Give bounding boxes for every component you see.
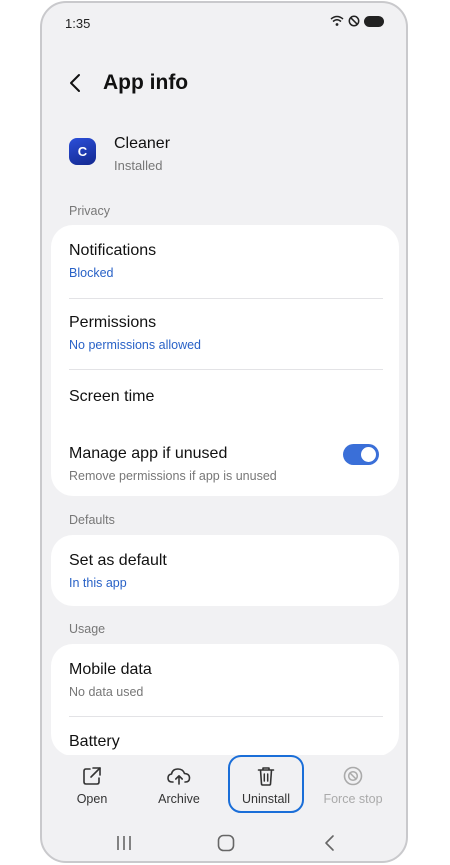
app-name: Cleaner [114, 135, 171, 152]
row-title: Manage app if unused [69, 445, 228, 462]
trash-icon [257, 767, 275, 786]
privacy-card: Notifications Blocked Permissions No per… [51, 225, 399, 496]
page-title: App info [103, 71, 189, 94]
defaults-card: Set as default In this app [51, 535, 399, 606]
recents-icon[interactable] [112, 831, 136, 855]
set-as-default-row[interactable]: Set as default In this app [69, 535, 377, 606]
section-label-defaults: Defaults [69, 513, 115, 527]
manage-app-toggle[interactable] [343, 444, 379, 465]
battery-icon [364, 15, 384, 27]
app-icon: C [69, 138, 96, 165]
row-title: Screen time [69, 388, 155, 405]
cloud-upload-icon [167, 768, 191, 785]
row-title: Notifications [69, 242, 157, 259]
uninstall-button[interactable]: Uninstall [228, 755, 304, 815]
block-icon [343, 766, 363, 786]
mobile-data-row[interactable]: Mobile data No data used [69, 644, 377, 716]
usage-card: Mobile data No data used Battery [51, 644, 399, 756]
notifications-row[interactable]: Notifications Blocked [69, 225, 377, 297]
back-icon[interactable] [318, 831, 342, 855]
open-external-icon [83, 767, 101, 785]
row-title: Permissions [69, 314, 157, 331]
section-label-privacy: Privacy [69, 204, 110, 218]
action-label: Force stop [323, 792, 383, 806]
do-not-disturb-icon [348, 15, 360, 27]
row-subtitle: Remove permissions if app is unused [69, 469, 277, 483]
screen-time-row[interactable]: Screen time [69, 370, 377, 430]
status-bar: 1:35 [42, 3, 406, 43]
wifi-calling-icon [330, 15, 344, 26]
section-label-usage: Usage [69, 622, 106, 636]
chevron-left-icon[interactable] [64, 71, 88, 95]
action-bar: Open Archive Uninstall Force stop [42, 755, 406, 819]
open-button[interactable]: Open [54, 755, 130, 815]
app-status: Installed [114, 158, 163, 173]
app-header: C Cleaner Installed [42, 133, 406, 177]
row-title: Battery [69, 733, 120, 750]
app-bar: App info [42, 61, 406, 105]
battery-row[interactable]: Battery [69, 717, 377, 756]
force-stop-button[interactable]: Force stop [315, 755, 391, 815]
nav-bar [42, 823, 406, 861]
action-label: Open [76, 792, 108, 806]
archive-button[interactable]: Archive [141, 755, 217, 815]
action-label: Uninstall [242, 792, 290, 806]
home-icon[interactable] [214, 831, 238, 855]
manage-app-row[interactable]: Manage app if unused Remove permissions … [69, 432, 379, 494]
permissions-row[interactable]: Permissions No permissions allowed [69, 299, 377, 369]
action-label: Archive [158, 792, 200, 806]
row-subtitle: Blocked [69, 266, 114, 280]
row-title: Set as default [69, 552, 167, 569]
toggle-knob [361, 447, 376, 462]
phone-frame: 1:35 App info C Cleaner Installed Privac… [40, 1, 408, 863]
status-icons [330, 15, 384, 27]
row-subtitle: No permissions allowed [69, 338, 202, 352]
row-title: Mobile data [69, 661, 152, 678]
status-time: 1:35 [65, 16, 91, 31]
row-subtitle: In this app [69, 576, 127, 590]
row-subtitle: No data used [69, 685, 144, 699]
app-icon-letter: C [77, 144, 88, 159]
